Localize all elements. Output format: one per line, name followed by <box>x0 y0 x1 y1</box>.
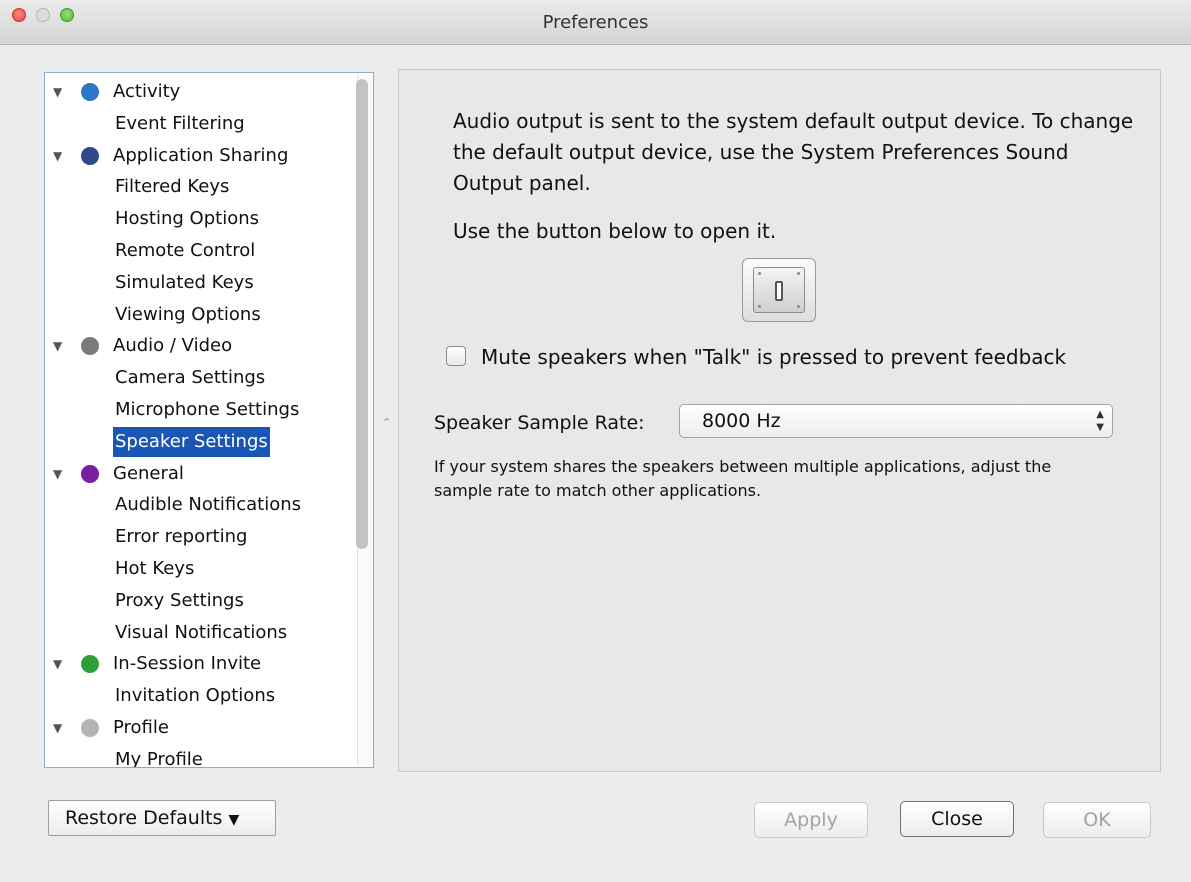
tree-item-label: Speaker Settings <box>113 426 270 457</box>
tree-item-label: Invitation Options <box>115 685 276 707</box>
disclosure-triangle-icon[interactable]: ▼ <box>53 649 62 679</box>
speaker-sample-rate-select[interactable]: 8000 Hz ▲ ▼ <box>679 404 1113 438</box>
disclosure-triangle-icon[interactable]: ▼ <box>53 77 62 107</box>
tree-category-label: Audio / Video <box>113 335 233 357</box>
sample-rate-note: If your system shares the speakers betwe… <box>434 457 1052 500</box>
tree-category-label: Application Sharing <box>113 144 289 166</box>
tree-item-label: Camera Settings <box>115 367 266 389</box>
tree-item-label: Filtered Keys <box>115 176 230 198</box>
tree-item-label: Hosting Options <box>115 208 259 230</box>
disclosure-triangle-icon[interactable]: ▼ <box>53 331 62 361</box>
restore-defaults-button[interactable]: Restore Defaults ▼ <box>48 800 276 836</box>
general-icon <box>81 464 99 483</box>
open-system-preferences-button[interactable] <box>742 258 816 322</box>
profile-icon <box>81 719 99 737</box>
activity-icon <box>81 83 99 101</box>
system-preferences-icon <box>753 267 805 313</box>
disclosure-triangle-icon[interactable]: ▼ <box>53 459 62 489</box>
dropdown-caret-icon: ▼ <box>228 812 240 828</box>
apply-button[interactable]: Apply <box>754 802 868 838</box>
tree-item-label: Event Filtering <box>115 112 245 134</box>
monitor-icon <box>81 146 99 165</box>
tree-category-label: Activity <box>113 81 181 102</box>
ok-button[interactable]: OK <box>1043 802 1151 838</box>
tree-item-label: Audible Notifications <box>115 494 302 516</box>
invite-icon <box>81 655 99 674</box>
mute-speakers-checkbox[interactable] <box>446 346 466 366</box>
window-title: Preferences <box>542 12 649 33</box>
preferences-tree[interactable]: ▼ Activity Event Filtering ▼ Application Sha… <box>44 72 374 768</box>
tree-item-label: Simulated Keys <box>115 271 254 293</box>
tree-item-label: Error reporting <box>115 526 248 548</box>
split-divider-grip-icon[interactable]: ⌃ <box>382 416 391 429</box>
tree-scroll-thumb[interactable] <box>356 79 368 549</box>
tree-item-label: Viewing Options <box>115 303 261 325</box>
tree-item-label: My Profile <box>115 748 203 768</box>
tree-item-label: Hot Keys <box>115 558 195 579</box>
mute-speakers-label[interactable]: Mute speakers when "Talk" is pressed to … <box>481 342 1066 372</box>
tree-item-label: Microphone Settings <box>115 399 300 420</box>
open-prefs-hint: Use the button below to open it. <box>453 219 777 243</box>
tree-category-label: In-Session Invite <box>113 653 262 675</box>
disclosure-triangle-icon[interactable]: ▼ <box>53 713 62 743</box>
close-button[interactable]: Close <box>900 801 1014 837</box>
title-bar: Preferences <box>0 0 1191 45</box>
disclosure-triangle-icon[interactable]: ▼ <box>53 141 62 171</box>
speaker-sample-rate-label: Speaker Sample Rate: <box>434 412 645 434</box>
tree-item-label: Proxy Settings <box>115 589 244 611</box>
tree-item-label: Remote Control <box>115 240 256 261</box>
sample-rate-value: 8000 Hz <box>702 410 781 432</box>
restore-defaults-label: Restore Defaults <box>65 807 223 829</box>
select-arrows-icon: ▲ ▼ <box>1096 409 1104 433</box>
tree-category-label: Profile <box>113 717 169 738</box>
tree-category-label: General <box>113 462 184 484</box>
webcam-icon <box>81 337 99 356</box>
audio-output-info: Audio output is sent to the system defau… <box>453 109 1134 195</box>
tree-item-label: Visual Notifications <box>115 621 288 643</box>
